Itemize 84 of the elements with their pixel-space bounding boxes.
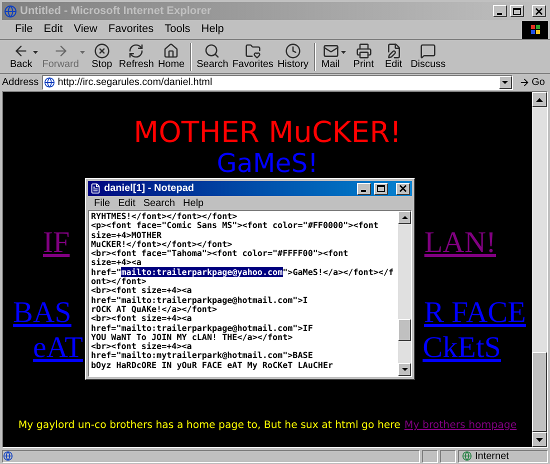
code-text: RYHTMES!</font></font></font> [91, 211, 238, 221]
code-text: href="mailto:trailerparkpage@hotmail.com">I [91, 294, 308, 305]
code-text: <br><font size=+4><a [91, 313, 192, 324]
maximize-button[interactable] [374, 182, 388, 194]
scroll-thumb[interactable] [532, 352, 547, 432]
menu-item[interactable]: Favorites [103, 21, 159, 38]
toolbar-button[interactable]: Search [194, 42, 230, 70]
code-text: <br><font face="Tahoma"><font color="#FFFF00"><font [91, 248, 348, 258]
code-text: YOU WaNT To JOIN MY cLAN! THE</a></font> [91, 332, 293, 342]
down-arrow-icon [402, 368, 408, 371]
down-arrow-icon [536, 438, 543, 442]
page-heading: MOTHER MuCKER! [134, 114, 402, 150]
notepad-icon [90, 183, 101, 194]
toolbar-button[interactable]: Home [156, 42, 187, 70]
toolbar-button[interactable]: Edit [378, 42, 409, 70]
menu-item[interactable]: Edit [114, 196, 140, 210]
address-field[interactable]: http://irc.segarules.com/daniel.html [42, 75, 513, 90]
code-text: rOCK AT QuAKe!</a></font> [91, 304, 218, 314]
code-text: href="mailto:mytrailerpark@hotmail.com">BASE [91, 350, 313, 360]
toolbar-button[interactable]: Back [8, 42, 40, 70]
menu-item[interactable]: View [68, 21, 102, 38]
code-text: MuCKER!</font></font></font> [91, 238, 232, 249]
code-text: href="mailto:trailerparkpage@hotmail.com">IF [91, 322, 313, 333]
menu-item[interactable]: Help [196, 21, 229, 38]
up-arrow-icon [402, 216, 408, 219]
menu-item[interactable]: Edit [38, 21, 68, 38]
code-text: size=+4><a [91, 257, 142, 268]
scrollbar[interactable] [398, 211, 411, 376]
code-text: <br><font size=+4><a [91, 341, 192, 352]
minimize-button[interactable] [493, 5, 507, 17]
toolbar-button[interactable]: Stop [86, 42, 117, 70]
menu-item[interactable]: Search [139, 196, 180, 210]
code-text: <p><font face="Comic Sans MS"><font color="#FF0000"><font [91, 220, 378, 230]
globe-icon [462, 451, 472, 461]
code-text: href=" [91, 266, 122, 277]
code-text: <br><font size=+4><a [91, 285, 192, 296]
menu-item[interactable]: File [10, 21, 38, 38]
envelope-icon [322, 42, 339, 58]
close-button[interactable] [396, 182, 410, 194]
right-arrow-icon [52, 42, 69, 58]
close-icon [535, 8, 543, 14]
maximize-icon [377, 185, 385, 192]
code-text: ont></font> [91, 276, 146, 286]
toolbar-button[interactable]: Favorites [230, 42, 276, 70]
code-text: ">GaMeS!</a></font></f [282, 266, 394, 277]
menu-item[interactable]: File [90, 196, 114, 210]
scrollbar[interactable] [532, 92, 547, 447]
code-text: size=+4>MOTHER [91, 230, 162, 240]
dropdown-button[interactable] [498, 76, 512, 89]
clock-icon [285, 42, 301, 58]
code-text: bOyz HaRDcORE IN yOuR FACE eAT My RoCKeT LAuCHEr [91, 360, 334, 370]
flag-logo-icon [522, 20, 548, 38]
arrow-icon [518, 77, 530, 88]
house-icon [163, 42, 180, 58]
status-pane [440, 450, 456, 462]
search-icon [204, 42, 220, 58]
close-icon [399, 185, 407, 192]
status-pane [422, 450, 438, 462]
zone-label: Internet [475, 450, 509, 462]
menu-item[interactable]: Help [179, 196, 208, 210]
refresh-icon [128, 42, 144, 58]
page-text: My gaylord un-co brothers has a home page to, But he sux at html go here [18, 419, 400, 433]
toolbar-button[interactable]: History [275, 42, 311, 70]
selected-text: mailto:trailerparkpage@yahoo.com [121, 266, 283, 277]
caret-icon [502, 81, 508, 84]
speech-bubble-icon [420, 42, 436, 58]
address-label: Address [2, 76, 39, 90]
stop-icon [94, 42, 110, 58]
toolbar-button[interactable]: Mail [318, 42, 349, 70]
scroll-thumb[interactable] [398, 319, 411, 341]
go-button[interactable]: Go [516, 75, 548, 90]
menu-item[interactable]: Tools [160, 21, 196, 38]
up-arrow-icon [536, 98, 543, 102]
pen-page-icon [386, 42, 402, 58]
maximize-icon [513, 8, 521, 14]
toolbar-button[interactable]: Discuss [408, 42, 448, 70]
folder-icon [244, 42, 261, 58]
toolbar-button[interactable]: Print [348, 42, 379, 70]
maximize-button[interactable] [510, 5, 524, 17]
toolbar-button[interactable]: Refresh [116, 42, 156, 70]
printer-icon [356, 42, 372, 58]
window-title: daniel[1] - Notepad [104, 182, 196, 196]
minimize-button[interactable] [357, 182, 371, 194]
close-button[interactable] [532, 5, 546, 17]
